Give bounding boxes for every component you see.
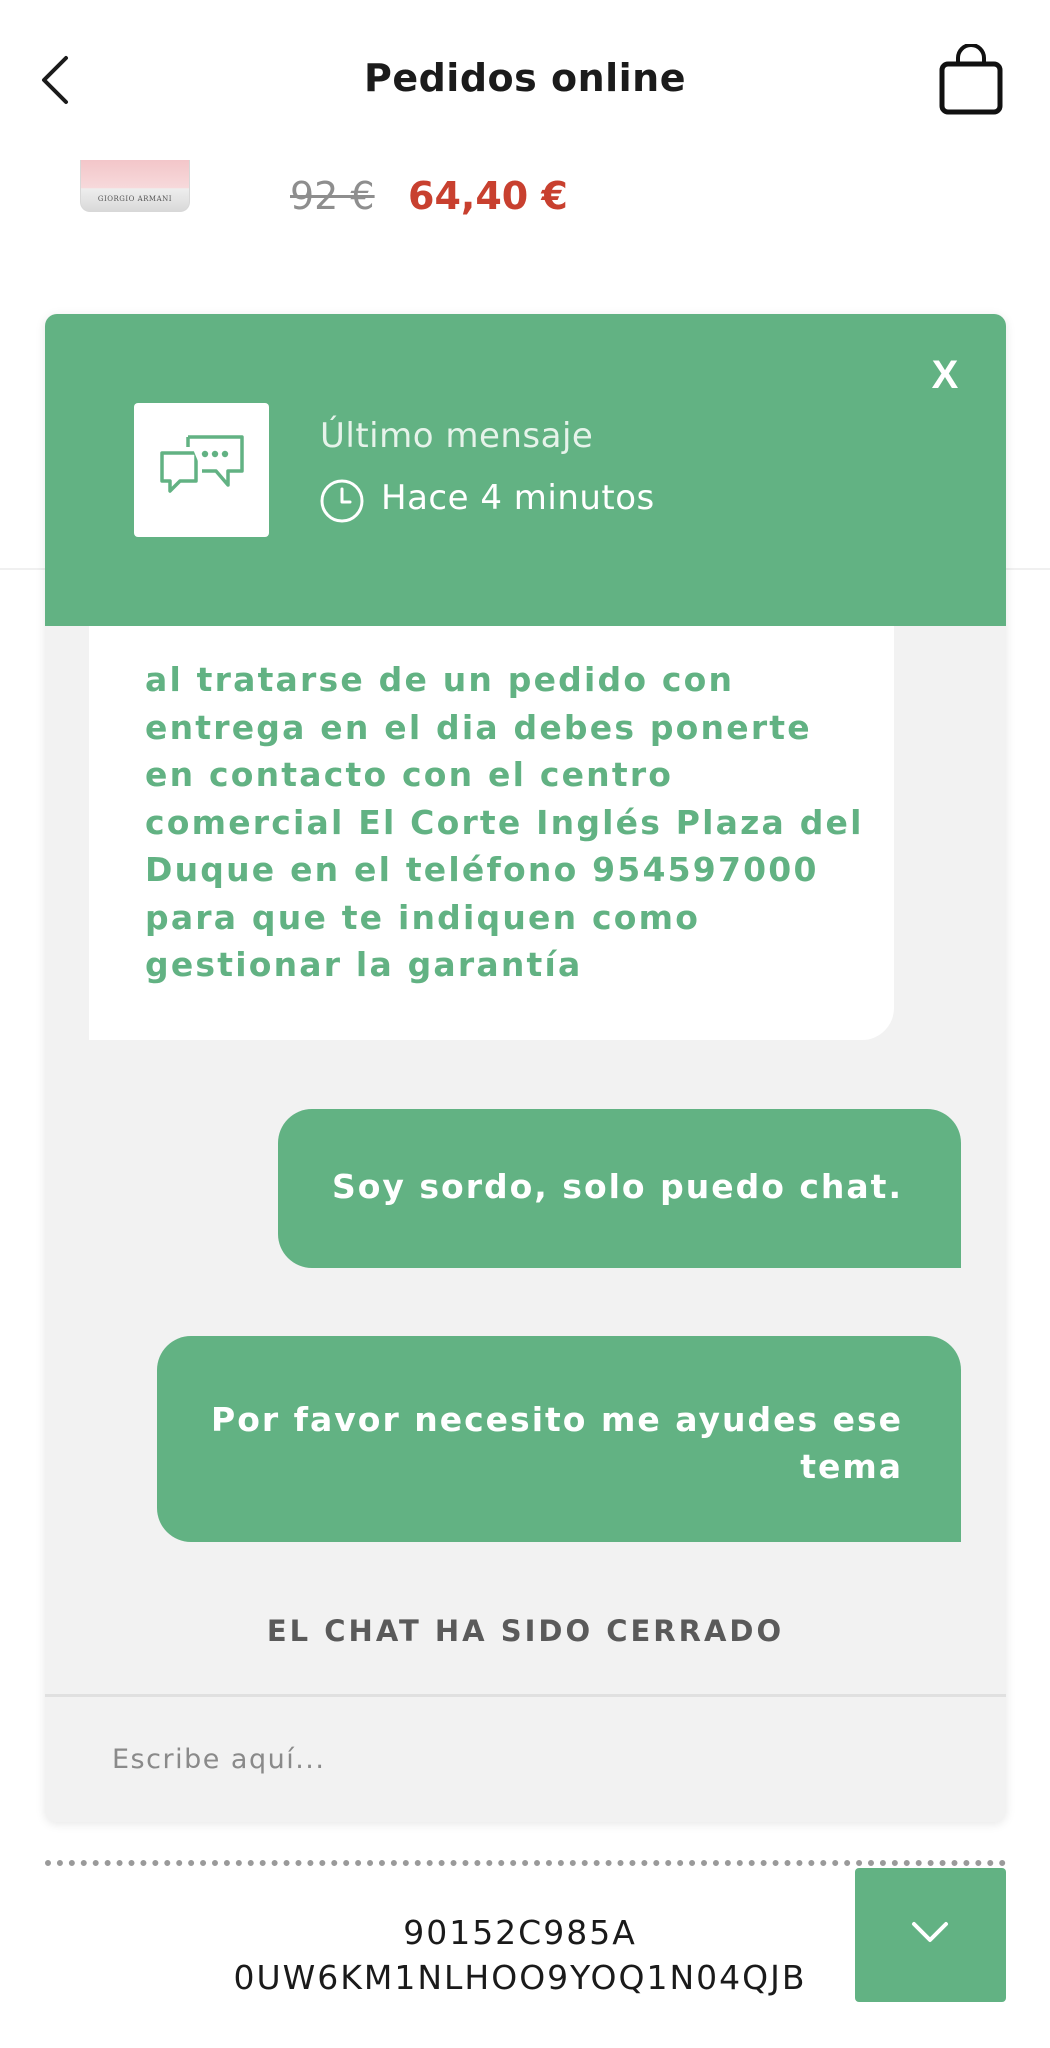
- message-input[interactable]: [45, 1697, 1006, 1822]
- chat-avatar: [134, 403, 269, 537]
- product-summary: GIORGIO ARMANI 92 € 64,40 €: [0, 160, 1050, 310]
- shopping-bag-icon: [939, 43, 1003, 115]
- app-header: Pedidos online: [0, 0, 1050, 160]
- sale-price: 64,40 €: [408, 174, 568, 218]
- old-price: 92 €: [290, 174, 375, 218]
- product-brand: GIORGIO ARMANI: [97, 195, 173, 203]
- order-code-line: 0UW6KM1NLHOO9YOQ1N04QJB: [233, 1958, 807, 1997]
- last-message-time: Hace 4 minutos: [381, 478, 655, 518]
- chat-bubbles-icon: [160, 435, 244, 493]
- user-message: Por favor necesito me ayudes ese tema: [157, 1336, 961, 1542]
- last-message-label: Último mensaje: [320, 416, 594, 456]
- cart-button[interactable]: [938, 43, 1004, 116]
- close-chat-button[interactable]: X: [923, 350, 967, 400]
- clock-icon: [320, 479, 364, 523]
- page-title: Pedidos online: [363, 56, 687, 100]
- product-image: GIORGIO ARMANI: [80, 160, 190, 212]
- agent-message-text: al tratarse de un pedido con entrega en …: [145, 660, 864, 984]
- chat-panel: Último mensaje Hace 4 minutos X al trata…: [45, 314, 1006, 1822]
- chat-closed-notice: EL CHAT HA SIDO CERRADO: [266, 1614, 785, 1648]
- agent-message: al tratarse de un pedido con entrega en …: [89, 626, 894, 1040]
- chevron-down-icon: [912, 1922, 948, 1942]
- chat-header: Último mensaje Hace 4 minutos X: [45, 314, 1006, 626]
- collapse-button[interactable]: [855, 1868, 1006, 2002]
- order-code-line: 90152C985A: [403, 1913, 637, 1952]
- user-message: Soy sordo, solo puedo chat.: [278, 1109, 961, 1268]
- order-code: 90152C985A 0UW6KM1NLHOO9YOQ1N04QJB: [190, 1910, 850, 2000]
- dotted-separator: [45, 1860, 1006, 1866]
